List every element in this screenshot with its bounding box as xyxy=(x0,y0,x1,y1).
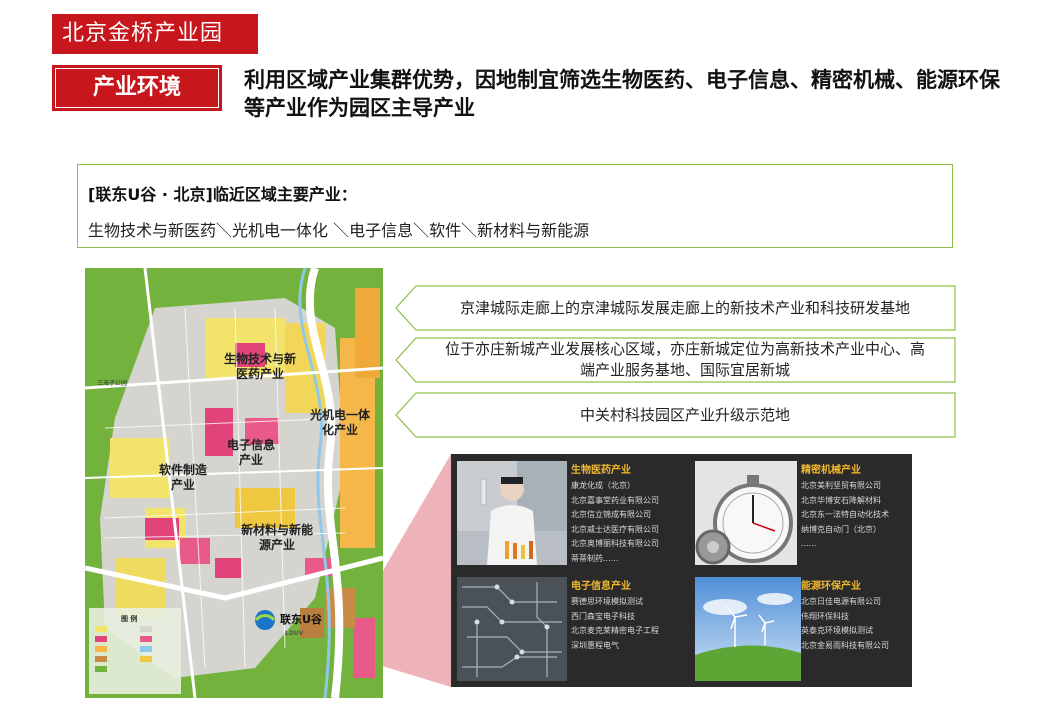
company-name: 赛德思环境模拟测试 xyxy=(571,597,643,606)
company-name: 北京信立锦成有限公司 xyxy=(571,510,651,519)
company-name: 英泰克环境模拟测试 xyxy=(801,626,873,635)
industry-card-energy: 能源环保产业 北京日佳电源有限公司 伟翔环保科技 英泰克环境模拟测试 北京金易雨… xyxy=(683,572,911,686)
company-name: 北京美利坚贸有限公司 xyxy=(801,481,881,490)
company-name: 北京日佳电源有限公司 xyxy=(801,597,881,606)
map-graphic xyxy=(85,268,383,698)
scientist-photo xyxy=(457,461,567,565)
company-name: 纳博克自动门（北京） xyxy=(801,524,881,534)
company-name: ...... xyxy=(801,539,817,548)
company-name: 康龙化成（北京） xyxy=(571,481,635,490)
company-name: 西门森宝电子科技 xyxy=(571,611,635,621)
industry-category: 生物医药产业 xyxy=(571,465,631,476)
company-name: 北京嘉事堂药业有限公司 xyxy=(571,495,659,505)
circuit-board-photo xyxy=(457,577,567,681)
stopwatch-photo xyxy=(695,461,797,565)
company-name: 蒂蒂制药...... xyxy=(571,553,619,563)
wind-turbine-photo xyxy=(695,577,801,681)
map-logo-cn: 联东U谷 xyxy=(280,613,322,626)
company-name: 北京奥博丽科技有限公司 xyxy=(571,539,659,548)
company-name: 深圳惠程电气 xyxy=(571,640,619,650)
callout-3-text: 中关村科技园区产业升级示范地 xyxy=(579,405,790,424)
industry-card-biomedical: 生物医药产业 康龙化成（北京） 北京嘉事堂药业有限公司 北京信立锦成有限公司 北… xyxy=(453,456,681,570)
callout-2-text: 位于亦庄新城产业发展核心区域，亦庄新城定位为高新技术产业中心、高端产业服务基地、… xyxy=(445,340,926,379)
company-name: 北京华博安石降解材料 xyxy=(801,495,881,505)
zone-software: 软件制造产业 xyxy=(158,463,207,492)
company-name: 北京金易雨科技有限公司 xyxy=(801,640,889,650)
industry-card-electronic: 电子信息产业 赛德思环境模拟测试 西门森宝电子科技 北京麦克莱精密电子工程 深圳… xyxy=(453,572,681,686)
industry-category: 能源环保产业 xyxy=(801,581,861,592)
zone-electronic: 电子信息产业 xyxy=(226,438,275,467)
map-road-label: 三海子公园 xyxy=(97,380,128,387)
zone-materials: 新材料与新能源产业 xyxy=(241,523,314,552)
area-map: 三海子公园 图 例 生物技术与新医药产业 光机电一体化产业 电子信息产业 软件制… xyxy=(85,268,383,698)
industry-card-machinery: 精密机械产业 北京美利坚贸有限公司 北京华博安石降解材料 北京东一法特自动化技术… xyxy=(683,456,911,570)
callout-2: 位于亦庄新城产业发展核心区域，亦庄新城定位为高新技术产业中心、高端产业服务基地、… xyxy=(394,337,956,383)
map-legend-title: 图 例 xyxy=(121,615,138,623)
industry-panel: 生物医药产业 康龙化成（北京） 北京嘉事堂药业有限公司 北京信立锦成有限公司 北… xyxy=(451,454,912,687)
company-name: 北京威士达医疗有限公司 xyxy=(571,524,659,534)
company-name: 北京麦克莱精密电子工程 xyxy=(571,626,659,635)
zone-biotech: 生物技术与新医药产业 xyxy=(223,352,296,381)
industry-category: 电子信息产业 xyxy=(571,581,631,592)
company-name: 北京东一法特自动化技术 xyxy=(801,510,889,519)
callout-1: 京津城际走廊上的京津城际发展走廊上的新技术产业和科技研发基地 xyxy=(394,285,956,331)
company-name: 伟翔环保科技 xyxy=(801,611,849,621)
map-logo-en: LDUV xyxy=(285,630,304,637)
zone-optomech: 光机电一体化产业 xyxy=(310,408,371,437)
callout-3: 中关村科技园区产业升级示范地 xyxy=(394,392,956,438)
industry-category: 精密机械产业 xyxy=(801,465,861,476)
callout-1-text: 京津城际走廊上的京津城际发展走廊上的新技术产业和科技研发基地 xyxy=(459,298,910,317)
